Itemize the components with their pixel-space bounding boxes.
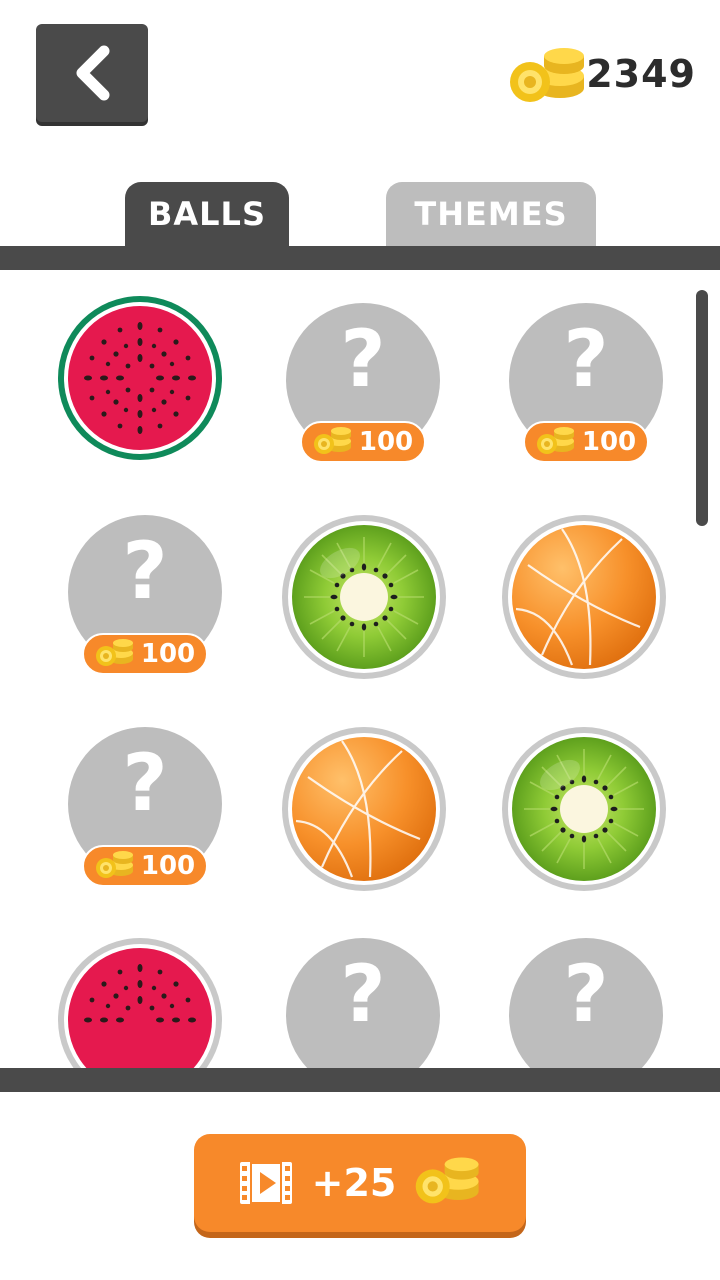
ball-locked[interactable]: ? xyxy=(509,938,663,1068)
price-badge: 100 xyxy=(300,421,426,463)
question-icon: ? xyxy=(563,315,609,405)
coin-count: 2349 xyxy=(586,52,696,96)
ball-watermelon[interactable] xyxy=(58,938,222,1068)
scrollbar[interactable] xyxy=(696,290,708,526)
ball-kiwi[interactable] xyxy=(502,727,666,891)
price-badge: 100 xyxy=(82,633,208,675)
price-badge: 100 xyxy=(523,421,649,463)
ball-locked[interactable]: ? 100 xyxy=(286,303,440,463)
ball-grid: ? 100 ? 100 ? 100 ? 100 ? ? xyxy=(0,270,720,1068)
question-icon: ? xyxy=(122,527,168,617)
ball-basketball[interactable] xyxy=(502,515,666,679)
coin-stack-icon xyxy=(95,639,135,669)
reward-amount: +25 xyxy=(311,1161,397,1205)
price-value: 100 xyxy=(358,427,414,457)
price-value: 100 xyxy=(140,851,196,881)
price-badge: 100 xyxy=(82,845,208,887)
question-icon: ? xyxy=(340,950,386,1040)
divider-bottom xyxy=(0,1068,720,1092)
coin-stack-icon xyxy=(414,1157,482,1209)
tab-themes[interactable]: THEMES xyxy=(386,182,596,246)
ball-locked[interactable]: ? 100 xyxy=(68,515,222,675)
tab-balls[interactable]: BALLS xyxy=(125,182,289,246)
ball-locked[interactable]: ? 100 xyxy=(509,303,663,463)
question-icon: ? xyxy=(122,739,168,829)
coin-stack-icon xyxy=(508,48,588,108)
divider-top xyxy=(0,246,720,270)
back-button[interactable] xyxy=(36,24,148,122)
price-value: 100 xyxy=(581,427,637,457)
watch-video-reward-button[interactable]: +25 xyxy=(194,1134,526,1232)
coin-stack-icon xyxy=(95,851,135,881)
coin-stack-icon xyxy=(313,427,353,457)
ball-watermelon[interactable] xyxy=(58,296,222,460)
ball-locked[interactable]: ? 100 xyxy=(68,727,222,887)
ball-basketball[interactable] xyxy=(282,727,446,891)
back-chevron-icon xyxy=(76,45,110,101)
question-icon: ? xyxy=(563,950,609,1040)
question-icon: ? xyxy=(340,315,386,405)
coin-stack-icon xyxy=(536,427,576,457)
ball-locked[interactable]: ? xyxy=(286,938,440,1068)
video-film-icon xyxy=(239,1162,292,1204)
ball-kiwi[interactable] xyxy=(282,515,446,679)
price-value: 100 xyxy=(140,639,196,669)
